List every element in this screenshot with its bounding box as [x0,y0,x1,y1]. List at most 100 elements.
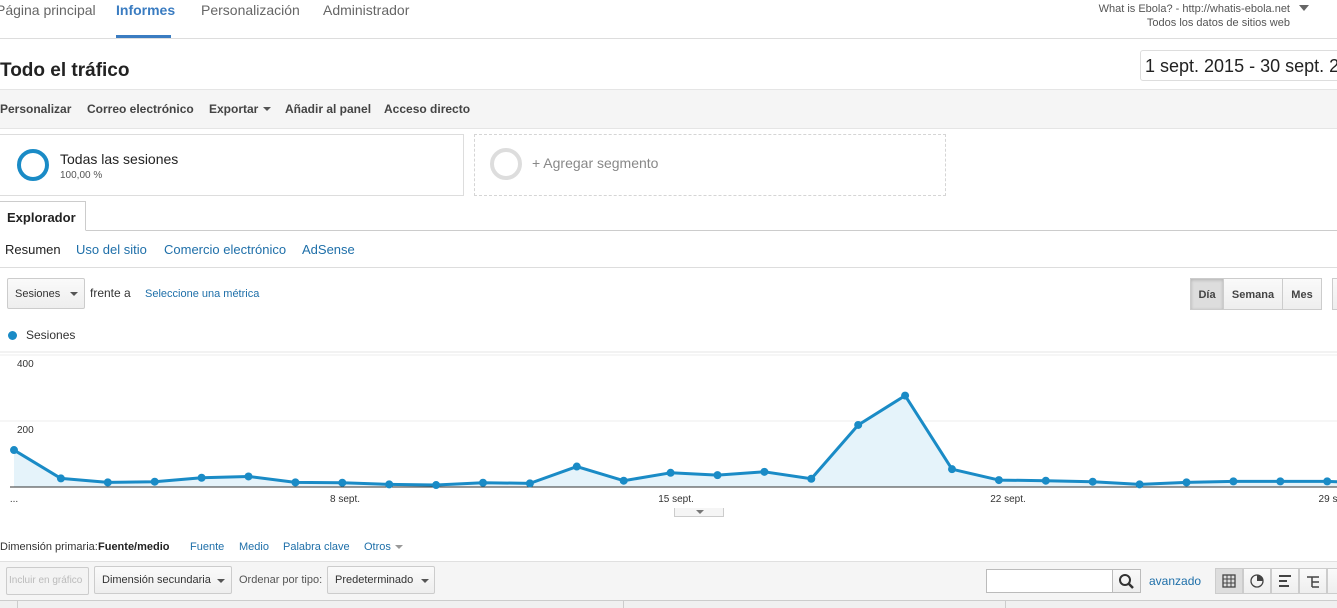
add-to-dashboard-button[interactable]: Añadir al panel [285,102,371,116]
table-view-icon [1222,574,1236,588]
chevron-down-icon [263,107,272,111]
tab-administrador[interactable]: Administrador [323,2,409,18]
period-week-button[interactable]: Semana [1223,278,1283,310]
data-point [244,472,253,481]
data-point [619,476,628,485]
data-point [197,473,206,482]
tab-informes[interactable]: Informes [116,2,175,18]
data-point [1041,476,1050,485]
customize-button[interactable]: Personalizar [0,102,71,116]
data-point [1182,478,1191,487]
chart-type-button[interactable] [1332,278,1337,310]
pie-view-icon [1250,574,1264,588]
add-segment-label: + Agregar segmento [532,155,659,171]
period-day-button[interactable]: Día [1190,278,1224,310]
dimension-medio[interactable]: Medio [239,541,269,553]
export-button[interactable]: Exportar [209,102,272,116]
performance-view-icon [1279,575,1291,587]
segment-percentage: 100,00 % [60,170,103,181]
versus-label: frente a [90,286,131,300]
subtab-adsense[interactable]: AdSense [302,242,355,257]
select-metric-link[interactable]: Seleccione una métrica [145,288,259,300]
data-point [713,471,722,480]
shortcut-button[interactable]: Acceso directo [384,102,470,116]
secondary-dimension-select[interactable]: Dimensión secundaria [94,566,232,594]
tab-personalizacion[interactable]: Personalización [201,2,300,18]
x-tick-label: 22 sept. [990,494,1026,505]
chart-expand-handle[interactable] [674,508,724,517]
data-point [103,478,112,487]
chevron-down-icon [394,545,403,549]
data-point [338,478,347,487]
add-segment-button[interactable]: + Agregar segmento [474,134,946,196]
data-point [994,476,1003,485]
x-tick-label: 29 s [1319,494,1337,505]
series-legend-dot [8,331,17,340]
chevron-down-icon [696,510,704,514]
x-tick-label: ... [10,494,18,505]
term-cloud-view-button[interactable] [1327,568,1337,594]
series-line [13,394,1337,487]
sort-type-label: Ordenar por tipo: [239,574,323,586]
table-search-input[interactable] [986,569,1113,593]
include-in-chart-button[interactable]: Incluir en gráfico [6,567,89,595]
metric-select-label: Sesiones [15,288,61,300]
table-view-button[interactable] [1215,568,1243,594]
data-point [948,465,956,474]
data-point [760,467,769,476]
subtab-resumen[interactable]: Resumen [5,242,61,257]
performance-view-button[interactable] [1271,568,1299,594]
dimension-otros-dropdown[interactable]: Otros [364,541,403,553]
date-range-picker[interactable]: 1 sept. 2015 - 30 sept. 2015 [1140,50,1337,81]
x-tick-label: 15 sept. [658,494,694,505]
period-month-button[interactable]: Mes [1282,278,1322,310]
pie-view-button[interactable] [1243,568,1271,594]
data-point [1229,477,1238,486]
y-tick-label: 200 [17,425,34,436]
account-property: What is Ebola? - http://whatis-ebola.net [1098,3,1290,15]
subtab-comercio-electronico[interactable]: Comercio electrónico [164,242,286,257]
data-point [1135,480,1144,489]
segment-name: Todas las sesiones [60,151,179,167]
data-point [291,478,300,487]
data-point [432,481,441,490]
data-point [901,391,910,400]
y-tick-label: 400 [17,359,34,370]
data-point [854,420,863,429]
account-selector[interactable]: What is Ebola? - http://whatis-ebola.net… [1099,2,1290,30]
explorer-divider [0,230,1337,231]
data-point [1088,477,1097,486]
report-toolbar: Personalizar Correo electrónico Exportar… [0,89,1337,129]
tab-explorador[interactable]: Explorador [0,201,86,231]
data-point [150,477,159,486]
pivot-view-icon [1307,576,1319,588]
x-tick-label: 8 sept. [330,494,360,505]
sort-type-value: Predeterminado [335,574,414,586]
chevron-down-icon [70,292,78,296]
dimension-palabra-clave[interactable]: Palabra clave [283,541,350,553]
sort-type-select[interactable]: Predeterminado [327,566,435,594]
subtab-uso-del-sitio[interactable]: Uso del sitio [76,242,147,257]
tab-pagina-principal[interactable]: Página principal [0,2,96,18]
metric-select[interactable]: Sesiones [7,278,85,309]
segment-ring-icon [17,149,49,181]
secondary-dimension-label: Dimensión secundaria [102,574,211,586]
pivot-view-button[interactable] [1299,568,1327,594]
dimension-fuente-medio[interactable]: Fuente/medio [98,541,170,553]
email-button[interactable]: Correo electrónico [87,102,194,116]
active-tab-indicator [116,35,171,38]
search-button[interactable] [1112,569,1141,593]
search-icon [1119,574,1134,589]
segment-all-sessions[interactable]: Todas las sesiones 100,00 % [0,134,464,196]
account-view: Todos los datos de sitios web [1146,17,1290,29]
data-point [525,479,534,488]
chevron-down-icon[interactable] [1299,5,1309,11]
empty-segment-ring-icon [490,148,522,180]
data-point [666,468,675,477]
chevron-down-icon [421,579,429,583]
dimension-fuente[interactable]: Fuente [190,541,224,553]
advanced-filter-link[interactable]: avanzado [1149,574,1201,588]
data-point [385,480,394,489]
data-point [479,478,487,487]
chevron-down-icon [217,579,225,583]
